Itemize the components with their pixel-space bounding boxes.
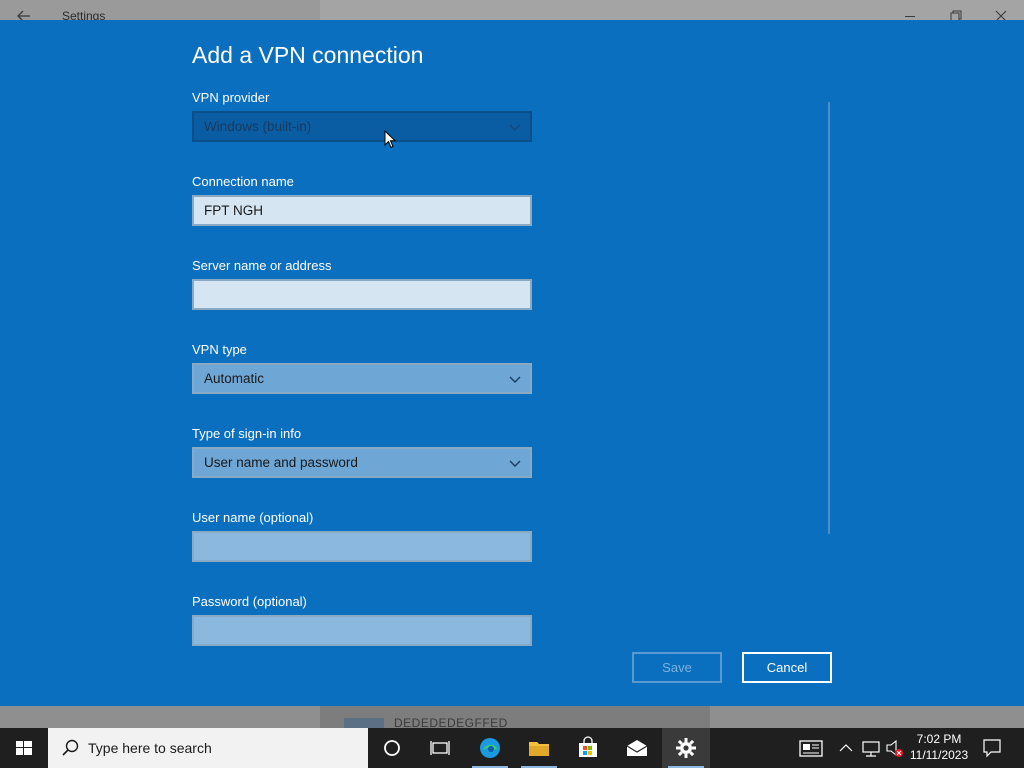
- vpn-provider-value: Windows (built-in): [204, 119, 312, 134]
- network-icon: [862, 741, 880, 757]
- vpn-provider-dropdown[interactable]: Windows (built-in): [192, 111, 532, 142]
- connection-name-label: Connection name: [192, 174, 294, 189]
- taskbar-settings[interactable]: [662, 728, 710, 768]
- password-input[interactable]: [192, 615, 532, 646]
- start-button[interactable]: [0, 728, 48, 768]
- chevron-down-icon: [509, 376, 521, 383]
- taskbar-file-explorer[interactable]: [515, 728, 563, 768]
- form-scrollbar[interactable]: [828, 102, 830, 534]
- signin-type-label: Type of sign-in info: [192, 426, 302, 441]
- taskbar: Type here to search 7:02 PM 11/11/2023: [0, 728, 1024, 768]
- clock-time: 7:02 PM: [916, 732, 962, 746]
- save-button[interactable]: Save: [632, 652, 722, 683]
- clock-date: 11/11/2023: [909, 748, 969, 762]
- gear-icon: [676, 738, 696, 758]
- cortana-button[interactable]: [368, 728, 416, 768]
- network-tray[interactable]: [860, 728, 882, 768]
- news-widget[interactable]: [796, 728, 826, 768]
- store-bag-icon: [579, 736, 597, 757]
- mouse-cursor-icon: [384, 130, 396, 149]
- username-input[interactable]: [192, 531, 532, 562]
- news-icon: [799, 740, 823, 757]
- password-label: Password (optional): [192, 594, 307, 609]
- search-placeholder: Type here to search: [88, 740, 212, 756]
- task-view-icon: [430, 741, 450, 755]
- vpn-type-dropdown[interactable]: Automatic: [192, 363, 532, 394]
- vpn-dialog: Add a VPN connection VPN provider Window…: [0, 20, 1024, 706]
- volume-tray[interactable]: [884, 728, 906, 768]
- taskbar-store[interactable]: [564, 728, 612, 768]
- show-hidden-icons[interactable]: [836, 728, 856, 768]
- folder-icon: [529, 742, 549, 756]
- taskbar-mail[interactable]: [613, 728, 661, 768]
- form-scroll-area: VPN provider Windows (built-in) Connecti…: [0, 82, 1024, 653]
- background-thumbnail: [344, 718, 384, 728]
- chevron-down-icon: [509, 124, 521, 131]
- chevron-up-icon: [839, 744, 853, 752]
- signin-type-value: User name and password: [204, 455, 358, 470]
- signin-type-dropdown[interactable]: User name and password: [192, 447, 532, 478]
- edge-browser-icon: [480, 738, 500, 758]
- cortana-circle-icon: [384, 740, 400, 756]
- windows-logo-icon: [16, 741, 32, 755]
- volume-muted-icon: [886, 739, 903, 757]
- notification-center[interactable]: [980, 728, 1004, 768]
- dialog-title: Add a VPN connection: [192, 42, 424, 68]
- chevron-down-icon: [509, 460, 521, 467]
- taskbar-search-box[interactable]: Type here to search: [48, 728, 368, 768]
- notification-icon: [983, 739, 1001, 758]
- vpn-type-label: VPN type: [192, 342, 247, 357]
- taskbar-clock[interactable]: 7:02 PM 11/11/2023: [906, 731, 972, 763]
- taskbar-edge[interactable]: [466, 728, 514, 768]
- task-view-button[interactable]: [416, 728, 464, 768]
- server-input[interactable]: [192, 279, 532, 310]
- search-icon: [62, 739, 79, 756]
- vpn-type-value: Automatic: [204, 371, 265, 386]
- username-label: User name (optional): [192, 510, 314, 525]
- mail-icon: [626, 740, 648, 756]
- background-page-strip: DEDEDEDEGFFED: [0, 706, 1024, 730]
- connection-name-input[interactable]: FPT NGH: [192, 195, 532, 226]
- cancel-button[interactable]: Cancel: [742, 652, 832, 683]
- server-label: Server name or address: [192, 258, 332, 273]
- vpn-provider-label: VPN provider: [192, 90, 270, 105]
